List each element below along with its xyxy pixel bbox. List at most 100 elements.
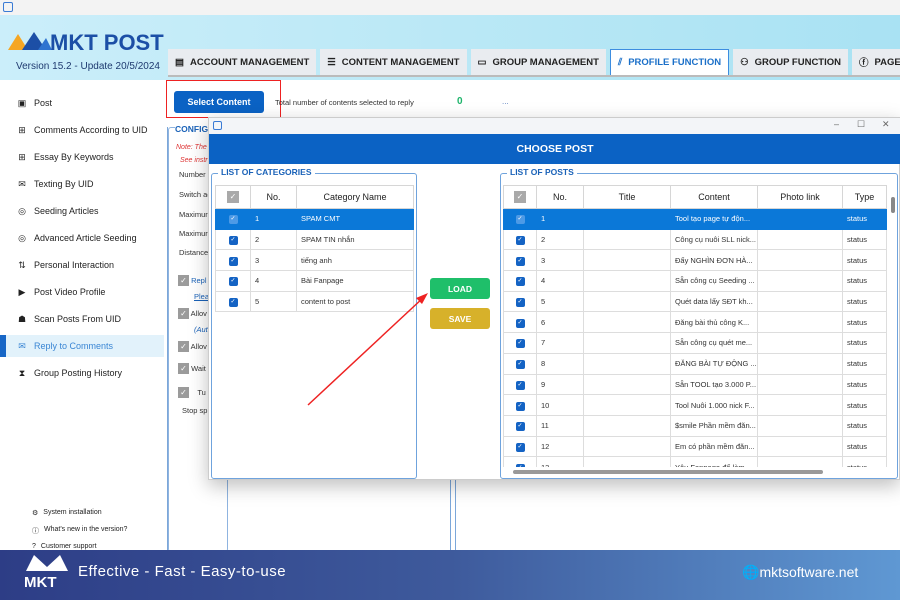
- category-row[interactable]: ✓ 3 tiếng anh: [215, 249, 414, 272]
- maximize-icon[interactable]: ☐: [857, 119, 865, 130]
- save-button[interactable]: SAVE: [430, 308, 490, 329]
- post-row[interactable]: ✓ 8 ĐĂNG BÀI TỰ ĐỘNG ... status: [503, 352, 887, 375]
- config-checkbox[interactable]: ✓ Allov: [178, 308, 207, 319]
- post-row[interactable]: ✓ 12 Em có phần mềm đăn... status: [503, 435, 887, 458]
- sidebar-item[interactable]: ◎ Advanced Article Seeding: [0, 227, 164, 249]
- row-checkbox[interactable]: ✓: [215, 228, 251, 251]
- cell: Sẵn TOOL tạo 3.000 P...: [670, 373, 758, 396]
- close-icon[interactable]: ✕: [882, 119, 890, 130]
- row-checkbox[interactable]: ✓: [503, 332, 537, 354]
- checkbox-label: Allov: [190, 342, 207, 351]
- row-checkbox[interactable]: ✓: [503, 373, 537, 396]
- row-checkbox[interactable]: ✓: [215, 290, 251, 313]
- sidebar-item[interactable]: ✉ Texting By UID: [0, 173, 164, 195]
- row-checkbox[interactable]: ✓: [503, 290, 537, 313]
- sidebar-item[interactable]: ◎ Seeding Articles: [0, 200, 164, 222]
- sidebar-item[interactable]: ▣ Post: [0, 92, 164, 114]
- column-header[interactable]: Category Name: [296, 185, 414, 209]
- row-checkbox[interactable]: ✓: [503, 394, 537, 416]
- sidebar-footer-link[interactable]: ⚙ System installation: [32, 509, 102, 517]
- details-link[interactable]: ...: [502, 97, 509, 106]
- category-row[interactable]: ✓ 1 SPAM CMT: [215, 208, 414, 230]
- tab-content-management[interactable]: ☰ CONTENT MANAGEMENT: [320, 49, 467, 75]
- cell: Đăng bài thủ công K...: [670, 311, 758, 334]
- post-row[interactable]: ✓ 6 Đăng bài thủ công K... status: [503, 311, 887, 334]
- sidebar-item[interactable]: ✉ Reply to Comments: [0, 335, 164, 357]
- column-header[interactable]: Content: [670, 185, 758, 209]
- row-checkbox[interactable]: ✓: [503, 456, 537, 467]
- sidebar-item[interactable]: ⊞ Essay By Keywords: [0, 146, 164, 168]
- config-checkbox[interactable]: ✓ Tu: [178, 387, 206, 398]
- category-row[interactable]: ✓ 2 SPAM TIN nhắn: [215, 228, 414, 251]
- post-row[interactable]: ✓ 10 Tool Nuôi 1.000 nick F... status: [503, 394, 887, 416]
- minimize-icon[interactable]: –: [834, 119, 839, 129]
- tab-label: ACCOUNT MANAGEMENT: [189, 56, 310, 68]
- sidebar-item-label: Seeding Articles: [34, 206, 99, 216]
- post-row[interactable]: ✓ 11 $smile Phần mềm đăn... status: [503, 414, 887, 437]
- row-checkbox[interactable]: ✓: [503, 414, 537, 437]
- sidebar-item-label: Reply to Comments: [34, 341, 114, 351]
- list-icon: ☰: [327, 56, 336, 68]
- select-all-checkbox[interactable]: ✓: [215, 185, 251, 209]
- sidebar-item[interactable]: ☗ Scan Posts From UID: [0, 308, 164, 330]
- sidebar-item[interactable]: ⊞ Comments According to UID: [0, 119, 164, 141]
- link-label: Customer support: [40, 543, 97, 550]
- post-row[interactable]: ✓13 Yêu Fanpage để làm TT... status: [503, 456, 887, 467]
- tab-group-function[interactable]: ⚇ GROUP FUNCTION: [733, 49, 848, 75]
- scrollbar-thumb[interactable]: [891, 197, 895, 213]
- row-checkbox[interactable]: ✓: [503, 208, 537, 230]
- column-header[interactable]: Title: [583, 185, 671, 209]
- load-button[interactable]: LOAD: [430, 278, 490, 299]
- sidebar-item[interactable]: ⧗ Group Posting History: [0, 362, 164, 384]
- post-row[interactable]: ✓ 1 Tool tạo page tự độn... status: [503, 208, 887, 230]
- post-row[interactable]: ✓ 3 Đẩy NGHÌN ĐƠN HÀ... status: [503, 249, 887, 272]
- column-header[interactable]: Type: [842, 185, 887, 209]
- row-checkbox[interactable]: ✓: [503, 228, 537, 251]
- post-row[interactable]: ✓ 9 Sẵn TOOL tạo 3.000 P... status: [503, 373, 887, 396]
- cell: [583, 414, 671, 437]
- column-header[interactable]: Photo link: [757, 185, 843, 209]
- row-checkbox[interactable]: ✓: [503, 435, 537, 458]
- config-field-label: Stop sp: [182, 406, 208, 415]
- website-text: mktsoftware.net: [759, 564, 859, 580]
- row-checkbox[interactable]: ✓: [215, 208, 251, 230]
- cell: [757, 394, 843, 416]
- config-checkbox[interactable]: ✓ Wait: [178, 363, 206, 374]
- horizontal-scrollbar[interactable]: [513, 470, 823, 474]
- cell: [583, 373, 671, 396]
- vertical-scrollbar[interactable]: [889, 185, 897, 477]
- row-checkbox[interactable]: ✓: [503, 352, 537, 375]
- sidebar-item[interactable]: ▶ Post Video Profile: [0, 281, 164, 303]
- reply-icon: ✉: [18, 340, 26, 351]
- row-checkbox[interactable]: ✓: [215, 249, 251, 272]
- tab-label: CONTENT MANAGEMENT: [341, 56, 460, 68]
- cell: Đẩy NGHÌN ĐƠN HÀ...: [670, 249, 758, 272]
- cell: Yêu Fanpage để làm TT...: [670, 456, 758, 467]
- sidebar-item[interactable]: ⇅ Personal Interaction: [0, 254, 164, 276]
- row-checkbox[interactable]: ✓: [503, 311, 537, 334]
- video-icon: ▶: [18, 286, 26, 297]
- column-header[interactable]: No.: [250, 185, 297, 209]
- post-row[interactable]: ✓ 4 Sẵn công cụ Seeding ... status: [503, 270, 887, 292]
- config-checkbox[interactable]: ✓ Repl: [178, 275, 207, 286]
- app-logo-text: MKT POST: [50, 30, 164, 55]
- post-row[interactable]: ✓ 5 Quét data lấy SĐT kh... status: [503, 290, 887, 313]
- post-row[interactable]: ✓ 2 Công cụ nuôi SLL nick... status: [503, 228, 887, 251]
- cell: [583, 311, 671, 334]
- tab-page-fun[interactable]: ⓕ PAGE FUN: [852, 49, 900, 75]
- column-header[interactable]: No.: [536, 185, 584, 209]
- sidebar-footer-link[interactable]: ? Customer support: [32, 543, 97, 550]
- tab-profile-function[interactable]: ⫽ PROFILE FUNCTION: [609, 49, 730, 75]
- config-checkbox[interactable]: ✓ Allov: [178, 341, 207, 352]
- sidebar-footer-link[interactable]: ⓘ What's new in the version?: [32, 526, 127, 536]
- cell: status: [842, 435, 887, 458]
- post-row[interactable]: ✓ 7 Sẵn công cụ quét me... status: [503, 332, 887, 354]
- tab-group-management[interactable]: ▭ GROUP MANAGEMENT: [470, 49, 606, 75]
- cell: status: [842, 249, 887, 272]
- tab-account-management[interactable]: ▤ ACCOUNT MANAGEMENT: [168, 49, 317, 75]
- row-checkbox[interactable]: ✓: [503, 249, 537, 272]
- select-all-checkbox[interactable]: ✓: [503, 185, 537, 209]
- cell: [583, 352, 671, 375]
- row-checkbox[interactable]: ✓: [215, 270, 251, 292]
- row-checkbox[interactable]: ✓: [503, 270, 537, 292]
